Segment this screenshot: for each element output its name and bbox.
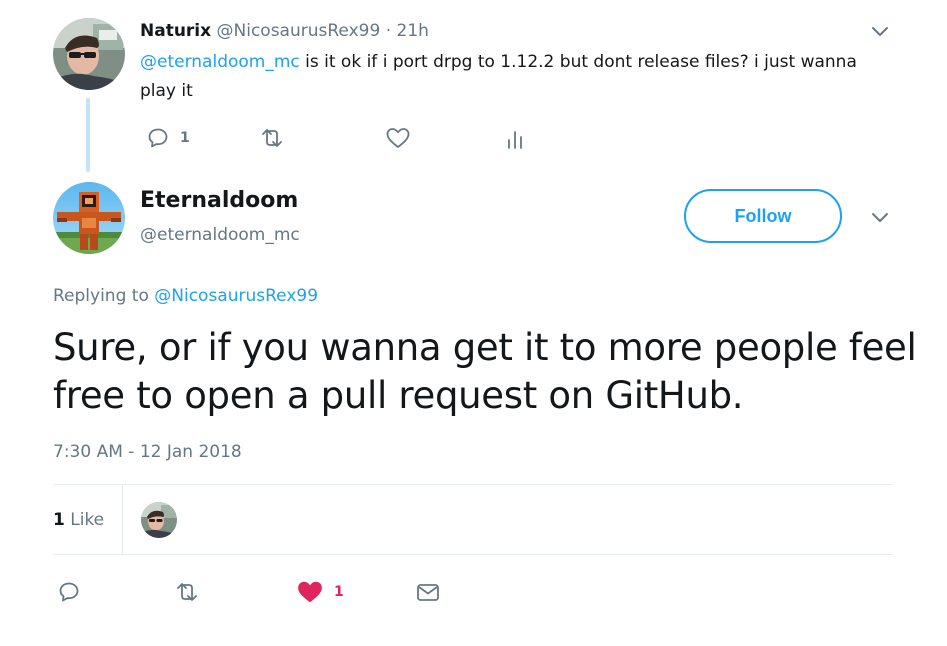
main-like-count: 1 [334, 584, 344, 600]
likes-stat-link[interactable]: 1 Like [53, 507, 104, 533]
main-author-handle[interactable]: @eternaldoom_mc [140, 222, 300, 248]
parent-retweet-button[interactable] [258, 124, 286, 152]
avatar-photo-icon [53, 18, 125, 90]
avatar-character-icon [53, 182, 125, 254]
reply-icon [59, 582, 79, 602]
main-like-button[interactable]: 1 [296, 578, 344, 606]
parent-tweet-menu-button[interactable] [866, 20, 894, 44]
replying-prefix: Replying to [53, 286, 155, 306]
chevron-down-icon [872, 27, 888, 36]
liker-avatar[interactable] [141, 502, 177, 538]
parent-mention-link[interactable]: @eternaldoom_mc [140, 52, 300, 72]
parent-tweet-header: Naturix @NicosaurusRex99 · 21h [140, 19, 429, 43]
main-tweet-text: Sure, or if you wanna get it to more peo… [53, 326, 917, 417]
parent-like-button[interactable] [385, 124, 411, 152]
parent-analytics-button[interactable] [505, 124, 525, 152]
stats-bottom-divider [53, 554, 893, 555]
heart-icon [386, 128, 410, 148]
parent-author-name[interactable]: Naturix [140, 21, 211, 41]
likes-number: 1 [53, 510, 65, 530]
replying-to-line: Replying to @NicosaurusRex99 [53, 283, 318, 309]
follow-button[interactable]: Follow [684, 189, 842, 243]
main-author-avatar[interactable] [53, 182, 125, 254]
main-tweet-menu-button[interactable] [866, 206, 894, 230]
main-retweet-button[interactable] [173, 578, 201, 606]
stats-vertical-divider [122, 485, 123, 554]
heart-icon [298, 581, 322, 603]
parent-author-avatar[interactable] [53, 18, 125, 90]
reply-icon [148, 128, 168, 148]
replying-to-link[interactable]: @NicosaurusRex99 [154, 286, 318, 306]
main-reply-button[interactable] [57, 578, 81, 606]
stats-top-divider [53, 484, 893, 485]
parent-tweet-text: @eternaldoom_mc is it ok if i port drpg … [140, 48, 880, 106]
parent-author-handle[interactable]: @NicosaurusRex99 [217, 21, 381, 41]
analytics-icon [508, 131, 522, 149]
parent-reply-button[interactable]: 1 [146, 124, 190, 152]
avatar-photo-icon [141, 502, 177, 538]
envelope-icon [417, 584, 439, 601]
likes-label: Like [70, 510, 105, 530]
retweet-icon [262, 129, 282, 147]
tweet-timestamp[interactable]: 7:30 AM - 12 Jan 2018 [53, 439, 242, 465]
parent-tweet-time[interactable]: 21h [397, 21, 429, 41]
direct-message-button[interactable] [415, 578, 441, 606]
header-separator: · [385, 21, 392, 41]
thread-connector-line [86, 98, 90, 172]
main-author-name[interactable]: Eternaldoom [140, 186, 298, 216]
parent-reply-count: 1 [180, 130, 190, 146]
chevron-down-icon [872, 213, 888, 222]
retweet-icon [177, 583, 197, 601]
